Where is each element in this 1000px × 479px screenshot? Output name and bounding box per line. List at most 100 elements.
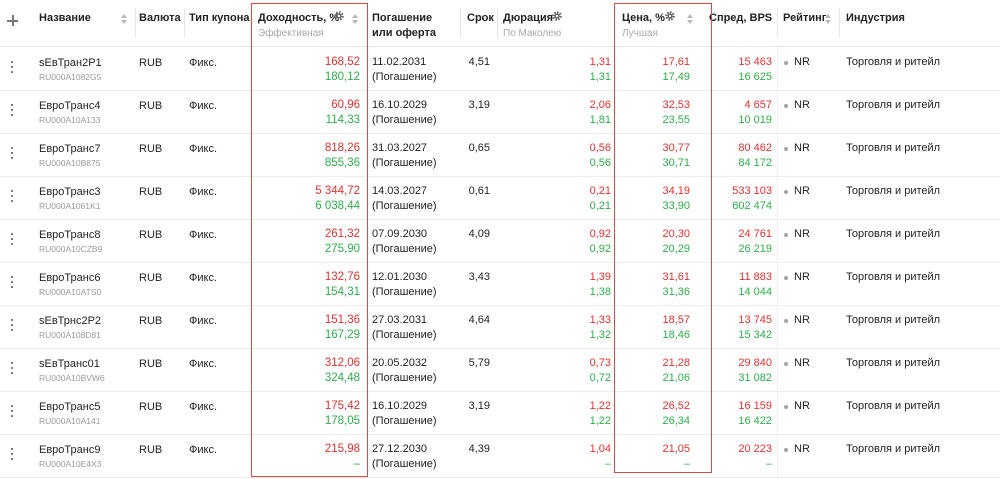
table-row[interactable]: ЕвроТранс9 RU000A10E4X3 RUB Фикс. 215,98… bbox=[0, 434, 1000, 478]
gear-icon[interactable] bbox=[664, 10, 676, 22]
row-menu-icon[interactable] bbox=[10, 361, 14, 375]
bond-name[interactable]: sЕвТранс01 bbox=[39, 358, 100, 370]
price-ask: 20,29 bbox=[662, 243, 690, 255]
column-rating-label: Рейтинг bbox=[783, 12, 827, 24]
column-header-coupon[interactable]: Тип купона bbox=[184, 0, 250, 46]
bond-coupon-type: Фикс. bbox=[189, 358, 217, 370]
bond-industry: Торговля и ритейл bbox=[846, 142, 941, 154]
gear-icon[interactable] bbox=[551, 10, 563, 22]
table-row[interactable]: sЕвТран2Р1 RU000A1082G5 RUB Фикс. 168,52… bbox=[0, 47, 1000, 91]
table-row[interactable]: sЕвТранс01 RU000A10BVW6 RUB Фикс. 312,06… bbox=[0, 348, 1000, 392]
bond-coupon-type: Фикс. bbox=[189, 100, 217, 112]
bond-isin: RU000A10ATS0 bbox=[39, 287, 102, 297]
column-name-label: Название bbox=[39, 12, 91, 24]
bond-name[interactable]: ЕвроТранс6 bbox=[39, 272, 100, 284]
yield-ask: 275,90 bbox=[324, 243, 360, 255]
price-ask: 30,71 bbox=[662, 157, 690, 169]
row-menu-icon[interactable] bbox=[10, 103, 14, 117]
row-menu-icon[interactable] bbox=[10, 146, 14, 160]
price-bid: 21,05 bbox=[662, 443, 690, 455]
sort-icon[interactable] bbox=[352, 14, 359, 26]
duration-ask: 0,72 bbox=[589, 372, 611, 384]
bond-term: 4,39 bbox=[468, 443, 490, 455]
bond-name[interactable]: sЕвТрнс2Р2 bbox=[39, 315, 101, 327]
bond-currency: RUB bbox=[139, 315, 163, 327]
gear-icon[interactable] bbox=[333, 10, 345, 22]
sort-icon[interactable] bbox=[825, 14, 832, 26]
bond-name[interactable]: ЕвроТранс8 bbox=[39, 229, 100, 241]
duration-bid: 0,92 bbox=[589, 228, 611, 240]
row-menu-icon[interactable] bbox=[10, 189, 14, 203]
spread-ask: 84 172 bbox=[738, 157, 772, 169]
row-menu-icon[interactable] bbox=[10, 232, 14, 246]
duration-ask: 0,56 bbox=[589, 157, 611, 169]
bond-name[interactable]: ЕвроТранс4 bbox=[39, 100, 100, 112]
bond-name[interactable]: sЕвТран2Р1 bbox=[39, 57, 102, 69]
column-spread-label: Спред, BPS bbox=[709, 12, 773, 24]
spread-bid: 13 745 bbox=[738, 314, 772, 326]
column-header-currency[interactable]: Валюта bbox=[135, 0, 185, 46]
cell-divider bbox=[777, 262, 778, 305]
bond-currency: RUB bbox=[139, 186, 163, 198]
yield-ask: 855,36 bbox=[324, 157, 360, 169]
bond-rating: NR bbox=[794, 443, 810, 455]
bond-isin: RU000A1082G5 bbox=[39, 72, 102, 82]
duration-bid: 1,31 bbox=[589, 56, 611, 68]
cell-divider bbox=[777, 133, 778, 176]
column-header-rating[interactable]: Рейтинг bbox=[777, 0, 839, 46]
bond-industry: Торговля и ритейл bbox=[846, 228, 941, 240]
bond-currency: RUB bbox=[139, 401, 163, 413]
yield-bid: 215,98 bbox=[324, 443, 360, 455]
row-menu-icon[interactable] bbox=[10, 60, 14, 74]
rating-dot-icon bbox=[784, 276, 788, 280]
price-bid: 21,28 bbox=[662, 357, 690, 369]
column-header-industry[interactable]: Индустрия bbox=[839, 0, 1000, 46]
row-menu-icon[interactable] bbox=[10, 275, 14, 289]
duration-ask: 1,38 bbox=[589, 286, 611, 298]
price-ask: 17,49 bbox=[662, 71, 690, 83]
bond-industry: Торговля и ритейл bbox=[846, 314, 941, 326]
row-menu-icon[interactable] bbox=[10, 447, 14, 461]
table-row[interactable]: ЕвроТранс4 RU000A10A133 RUB Фикс. 60,96 … bbox=[0, 90, 1000, 134]
bond-industry: Торговля и ритейл bbox=[846, 99, 941, 111]
row-menu-icon[interactable] bbox=[10, 318, 14, 332]
cell-divider bbox=[777, 90, 778, 133]
yield-ask: 6 038,44 bbox=[315, 200, 360, 212]
table-row[interactable]: ЕвроТранс3 RU000A1061K1 RUB Фикс. 5 344,… bbox=[0, 176, 1000, 220]
cell-divider bbox=[777, 219, 778, 262]
bond-industry: Торговля и ритейл bbox=[846, 271, 941, 283]
column-header-duration[interactable]: Дюрация По Маколею bbox=[497, 0, 613, 46]
bond-name[interactable]: ЕвроТранс3 bbox=[39, 186, 100, 198]
add-column-icon[interactable] bbox=[6, 14, 20, 28]
price-bid: 26,52 bbox=[662, 400, 690, 412]
column-header-name[interactable]: Название bbox=[30, 0, 135, 46]
maturity-type: (Погашение) bbox=[372, 329, 437, 341]
price-ask: 23,55 bbox=[662, 114, 690, 126]
row-menu-icon[interactable] bbox=[10, 404, 14, 418]
sort-icon[interactable] bbox=[687, 14, 694, 26]
column-header-maturity[interactable]: Погашение или оферта bbox=[368, 0, 460, 46]
table-row[interactable]: ЕвроТранс6 RU000A10ATS0 RUB Фикс. 132,76… bbox=[0, 262, 1000, 306]
column-header-spread[interactable]: Спред, BPS bbox=[709, 0, 777, 46]
bond-name[interactable]: ЕвроТранс7 bbox=[39, 143, 100, 155]
cell-divider bbox=[777, 391, 778, 434]
sort-icon[interactable] bbox=[121, 14, 128, 26]
maturity-date: 07.09.2030 bbox=[372, 228, 428, 240]
bond-name[interactable]: ЕвроТранс9 bbox=[39, 444, 100, 456]
table-row[interactable]: ЕвроТранс8 RU000A10CZB9 RUB Фикс. 261,32… bbox=[0, 219, 1000, 263]
bond-currency: RUB bbox=[139, 57, 163, 69]
bond-coupon-type: Фикс. bbox=[189, 57, 217, 69]
maturity-type: (Погашение) bbox=[372, 114, 437, 126]
table-row[interactable]: sЕвТрнс2Р2 RU000A108D81 RUB Фикс. 151,36… bbox=[0, 305, 1000, 349]
column-header-price[interactable]: Цена, % Лучшая bbox=[615, 0, 711, 46]
bond-isin: RU000A10CZB9 bbox=[39, 244, 103, 254]
duration-bid: 1,22 bbox=[589, 400, 611, 412]
table-row[interactable]: ЕвроТранс5 RU000A10A141 RUB Фикс. 175,42… bbox=[0, 391, 1000, 435]
rating-dot-icon bbox=[784, 104, 788, 108]
price-bid: 31,61 bbox=[662, 271, 690, 283]
bond-name[interactable]: ЕвроТранс5 bbox=[39, 401, 100, 413]
column-header-term[interactable]: Срок bbox=[460, 0, 497, 46]
duration-bid: 2,06 bbox=[589, 99, 611, 111]
table-row[interactable]: ЕвроТранс7 RU000A10B875 RUB Фикс. 818,26… bbox=[0, 133, 1000, 177]
column-header-yield[interactable]: Доходность, % Эффективная bbox=[252, 0, 366, 46]
